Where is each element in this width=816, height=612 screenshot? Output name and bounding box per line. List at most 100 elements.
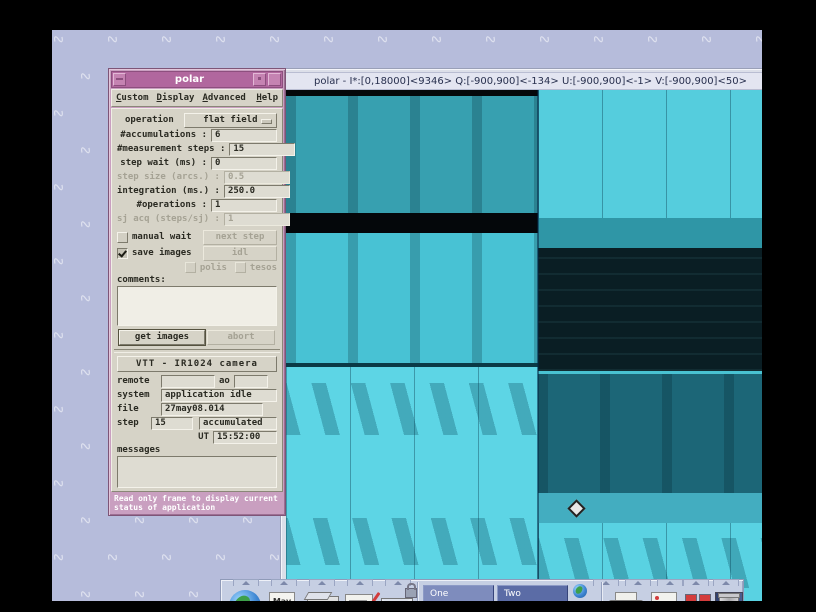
subpanel-arrow-icon[interactable]: [683, 579, 709, 586]
front-panel: May 27 One Two Three Four EXIT ?: [220, 579, 744, 601]
step-wait-label: step wait (ms) :: [117, 158, 211, 168]
polar-menubar: Custom Display Advanced Help: [111, 89, 283, 107]
system-label: system: [117, 390, 161, 400]
step-label: step: [117, 418, 151, 428]
subpanel-arrow-icon[interactable]: [625, 579, 651, 586]
idl-button: idl: [203, 246, 277, 261]
subpanel-arrow-icon[interactable]: [309, 579, 335, 586]
image-quadrant-q-upper: [538, 90, 762, 218]
comments-label: comments:: [117, 275, 170, 285]
sj-acq-input: 1: [224, 213, 290, 226]
image-band-black-mid: [286, 213, 538, 233]
viewer-title: polar - I*:[0,18000]<9346> Q:[-900,900]<…: [286, 76, 747, 87]
save-images-label: save images: [132, 248, 192, 258]
polis-label: polis: [200, 263, 227, 273]
menu-custom[interactable]: Custom: [112, 92, 153, 104]
polar-window-title: polar: [127, 74, 252, 85]
lock-icon[interactable]: [405, 588, 417, 598]
accumulations-label: #accumulations :: [117, 130, 211, 140]
manual-wait-label: manual wait: [132, 232, 192, 242]
remote-label: remote: [117, 376, 161, 386]
operations-label: #operations :: [117, 200, 211, 210]
polar-titlebar[interactable]: polar: [111, 71, 283, 88]
operations-input[interactable]: 1: [211, 199, 277, 212]
next-step-button: next step: [203, 230, 277, 245]
subpanel-arrow-icon[interactable]: [233, 579, 259, 586]
window-menu-button[interactable]: [113, 73, 126, 86]
file-label: file: [117, 404, 161, 414]
image-quadrant-i-mid: [286, 233, 538, 363]
ut-field: 15:52:00: [213, 431, 277, 444]
text-note-icon[interactable]: [345, 594, 373, 601]
style-color-bar: [685, 594, 697, 601]
image-wave-overlay-2: [286, 518, 538, 565]
polar-maximize-button[interactable]: [268, 73, 281, 86]
save-images-checkbox[interactable]: [117, 248, 128, 259]
world-globe-icon[interactable]: [229, 590, 261, 601]
measurement-steps-label: #measurement steps :: [117, 144, 229, 154]
image-wave-overlay-1: [286, 383, 538, 435]
operation-dropdown[interactable]: flat field: [184, 113, 277, 128]
tesos-label: tesos: [250, 263, 277, 273]
file-manager-icon[interactable]: [307, 596, 339, 601]
image-quadrant-i-upper: [286, 96, 538, 213]
operation-label: operation: [117, 115, 178, 125]
section-separator: [114, 349, 280, 353]
workspace-one-button[interactable]: One: [423, 585, 494, 601]
remote-field[interactable]: [161, 375, 215, 388]
step-size-input: 0.5: [224, 171, 290, 184]
abort-button: abort: [207, 330, 275, 345]
manual-wait-checkbox[interactable]: [117, 232, 128, 243]
image-quadrant-v-middark: [538, 374, 762, 493]
text-editor-icon[interactable]: [651, 592, 677, 601]
image-quadrant-q-dark: [538, 248, 762, 371]
get-images-button[interactable]: get images: [119, 330, 205, 345]
image-band-teal: [538, 218, 762, 248]
viewer-window: polar - I*:[0,18000]<9346> Q:[-900,900]<…: [280, 68, 762, 601]
integration-label: integration (ms.) :: [117, 186, 224, 196]
panel-divider: [601, 582, 602, 601]
messages-area: [117, 456, 277, 488]
stokes-image-canvas[interactable]: [286, 90, 762, 601]
measurement-steps-input[interactable]: 15: [229, 143, 295, 156]
step-state-field: accumulated: [199, 417, 277, 430]
style-manager-icon[interactable]: [683, 594, 711, 601]
menu-help[interactable]: Help: [252, 92, 282, 104]
printer-icon[interactable]: [609, 598, 641, 601]
polar-body: operation flat field #accumulations : 6 …: [111, 108, 283, 492]
calendar-icon[interactable]: May 27: [269, 592, 295, 601]
viewer-titlebar[interactable]: polar - I*:[0,18000]<9346> Q:[-900,900]<…: [285, 72, 762, 90]
comments-textarea[interactable]: [117, 286, 277, 326]
subpanel-arrow-icon[interactable]: [347, 579, 373, 586]
sj-acq-label: sj acq (steps/sj) :: [117, 214, 224, 224]
step-wait-input[interactable]: 0: [211, 157, 277, 170]
file-field: 27may08.014: [161, 403, 263, 416]
ao-field[interactable]: [234, 375, 268, 388]
subpanel-arrow-icon[interactable]: [713, 579, 739, 586]
calendar-month: May: [270, 597, 294, 601]
accumulations-input[interactable]: 6: [211, 129, 277, 142]
style-color-bar: [699, 594, 711, 601]
subpanel-arrow-icon[interactable]: [657, 579, 683, 586]
image-quadrant-divider: [537, 90, 539, 601]
subpanel-arrow-icon[interactable]: [271, 579, 297, 586]
trash-icon[interactable]: [719, 595, 739, 601]
polar-minimize-button[interactable]: [253, 73, 266, 86]
step-size-label: step size (arcs.) :: [117, 172, 224, 182]
menu-advanced[interactable]: Advanced: [198, 92, 249, 104]
polar-control-window: polar Custom Display Advanced Help opera…: [108, 68, 286, 516]
ao-label: ao: [215, 376, 234, 386]
busy-indicator-globe-icon: [573, 584, 587, 598]
workspace-two-button[interactable]: Two: [497, 585, 568, 601]
system-status-field: application idle: [161, 389, 277, 402]
messages-label: messages: [117, 445, 164, 455]
polis-checkbox: [185, 262, 196, 273]
step-field: 15: [151, 417, 193, 430]
subpanel-arrow-icon[interactable]: [593, 579, 619, 586]
menu-display[interactable]: Display: [153, 92, 199, 104]
mail-icon[interactable]: [381, 598, 413, 601]
tesos-checkbox: [235, 262, 246, 273]
panel-divider: [417, 582, 418, 601]
polar-status-text: Read only frame to display current statu…: [111, 492, 283, 513]
integration-input[interactable]: 250.0: [224, 185, 290, 198]
